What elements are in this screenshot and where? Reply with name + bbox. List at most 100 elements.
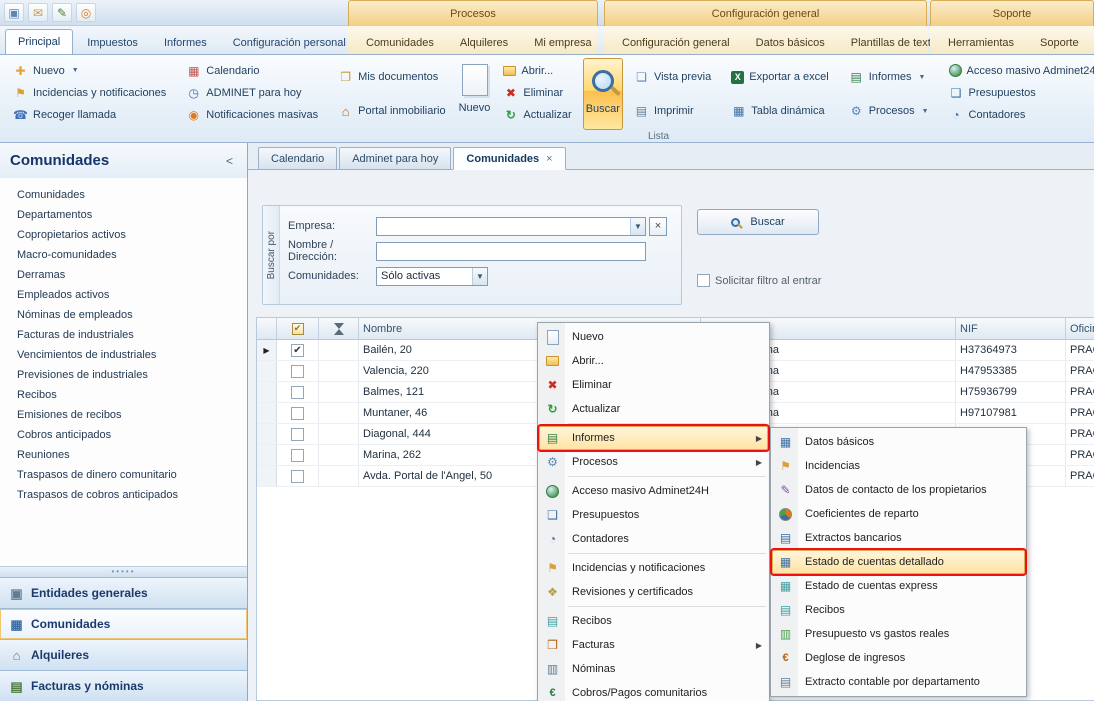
ribbon-button-abrir[interactable]: Abrir... — [499, 60, 575, 81]
menu-item-datos-de-contacto-de-los-propietarios[interactable]: ✎Datos de contacto de los propietarios — [772, 478, 1025, 502]
document-tab-calendario[interactable]: Calendario — [258, 147, 337, 170]
solicitar-filtro-checkbox[interactable]: Solicitar filtro al entrar — [697, 274, 821, 287]
ctx-tab-mi-empresa[interactable]: Mi empresa — [522, 31, 603, 54]
menu-item-incidencias[interactable]: ⚑Incidencias — [772, 454, 1025, 478]
row-checkbox[interactable] — [291, 344, 304, 357]
sidebar-item-emisiones-de-recibos[interactable]: Emisiones de recibos — [17, 405, 247, 425]
menu-item-recibos[interactable]: ▤Recibos — [539, 609, 768, 633]
sidebar-item-traspasos-de-dinero-comunitario[interactable]: Traspasos de dinero comunitario — [17, 465, 247, 485]
menu-item-estado-de-cuentas-detallado[interactable]: ▦Estado de cuentas detallado — [772, 550, 1025, 574]
menu-item-abrir[interactable]: Abrir... — [539, 349, 768, 373]
sidebar-splitter[interactable]: ••••• — [0, 566, 247, 577]
row-checkbox[interactable] — [291, 470, 304, 483]
menu-item-estado-de-cuentas-express[interactable]: ▦Estado de cuentas express — [772, 574, 1025, 598]
ctx-tab-configuracion-general[interactable]: Configuración general — [610, 31, 742, 54]
row-checkbox[interactable] — [291, 449, 304, 462]
sidebar-item-empleados-activos[interactable]: Empleados activos — [17, 285, 247, 305]
collapse-sidebar-button[interactable]: < — [222, 154, 237, 168]
ribbon-button-buscar[interactable]: Buscar — [583, 58, 623, 130]
ribbon-button-tabla-dinamica[interactable]: ▦Tabla dinámica — [727, 101, 832, 122]
nombre-direccion-input[interactable] — [376, 242, 646, 261]
column-header-nif[interactable]: NIF — [956, 318, 1066, 339]
document-tab-comunidades[interactable]: Comunidades× — [453, 147, 565, 170]
ribbon-button-vista-previa[interactable]: ❏Vista previa — [630, 67, 715, 88]
menu-item-procesos[interactable]: ⚙Procesos▶ — [539, 450, 768, 474]
menu-item-extractos-bancarios[interactable]: ▤Extractos bancarios — [772, 526, 1025, 550]
quick-access-button[interactable]: ▣ — [4, 3, 24, 22]
menu-item-informes[interactable]: ▤Informes▶ — [539, 426, 768, 450]
ribbon-button-procesos[interactable]: ⚙Procesos▼ — [845, 101, 933, 122]
sidebar-item-departamentos[interactable]: Departamentos — [17, 205, 247, 225]
ribbon-button-notificaciones-masivas[interactable]: ◉Notificaciones masivas — [182, 104, 322, 125]
ctx-tab-herramientas[interactable]: Herramientas — [936, 31, 1026, 54]
document-tab-adminet-para-hoy[interactable]: Adminet para hoy — [339, 147, 451, 170]
row-checkbox[interactable] — [291, 365, 304, 378]
nav-section-entidades-generales[interactable]: ▣Entidades generales — [0, 577, 247, 608]
ribbon-button-mis-documentos[interactable]: ❐Mis documentos — [334, 67, 449, 88]
tab-informes[interactable]: Informes — [152, 31, 219, 54]
menu-item-presupuestos[interactable]: ❑Presupuestos — [539, 503, 768, 527]
menu-item-contadores[interactable]: ◔Contadores — [539, 527, 768, 551]
column-header-oficina[interactable]: Oficina — [1066, 318, 1094, 339]
ribbon-button-exportar-a-excel[interactable]: XExportar a excel — [727, 67, 832, 88]
menu-item-nuevo[interactable]: Nuevo — [539, 325, 768, 349]
ribbon-button-incidencias-y-notificaciones[interactable]: ⚑Incidencias y notificaciones — [9, 82, 170, 103]
row-checkbox[interactable] — [291, 428, 304, 441]
chevron-down-icon[interactable]: ▼ — [630, 218, 645, 235]
nav-section-alquileres[interactable]: ⌂Alquileres — [0, 639, 247, 670]
buscar-button[interactable]: Buscar — [697, 209, 819, 235]
sidebar-item-derramas[interactable]: Derramas — [17, 265, 247, 285]
close-tab-icon[interactable]: × — [546, 153, 552, 165]
menu-item-cobros-pagos-comunitarios[interactable]: €Cobros/Pagos comunitarios — [539, 681, 768, 701]
checkbox-icon[interactable] — [697, 274, 710, 287]
ribbon-button-portal-inmobiliario[interactable]: ⌂Portal inmobiliario — [334, 101, 449, 122]
icon-column-header[interactable] — [319, 318, 359, 339]
ctx-tab-datos-basicos[interactable]: Datos básicos — [744, 31, 837, 54]
chevron-down-icon[interactable]: ▼ — [472, 268, 487, 285]
ribbon-button-nuevo[interactable]: Nuevo — [457, 58, 493, 130]
row-checkbox[interactable] — [291, 407, 304, 420]
menu-item-extracto-contable-por-departamento[interactable]: ▤Extracto contable por departamento — [772, 670, 1025, 694]
ribbon-button-informes[interactable]: ▤Informes▼ — [845, 67, 933, 88]
ribbon-button-contadores[interactable]: ◔Contadores — [945, 104, 1094, 125]
ribbon-button-acceso-masivo-adminet24h[interactable]: Acceso masivo Adminet24H — [945, 60, 1094, 81]
quick-access-button[interactable]: ✉ — [28, 3, 48, 22]
menu-item-nominas[interactable]: ▥Nóminas — [539, 657, 768, 681]
sidebar-item-traspasos-de-cobros-anticipados[interactable]: Traspasos de cobros anticipados — [17, 485, 247, 505]
sidebar-item-facturas-de-industriales[interactable]: Facturas de industriales — [17, 325, 247, 345]
ribbon-button-presupuestos[interactable]: ❑Presupuestos — [945, 82, 1094, 103]
empresa-combo[interactable]: ▼ — [376, 217, 646, 236]
menu-item-presupuesto-vs-gastos-reales[interactable]: ▥Presupuesto vs gastos reales — [772, 622, 1025, 646]
tab-impuestos[interactable]: Impuestos — [75, 31, 150, 54]
ribbon-button-imprimir[interactable]: ▤Imprimir — [630, 101, 715, 122]
tab-principal[interactable]: Principal — [5, 29, 73, 54]
menu-item-acceso-masivo-adminet24h[interactable]: Acceso masivo Adminet24H — [539, 479, 768, 503]
sidebar-item-copropietarios-activos[interactable]: Copropietarios activos — [17, 225, 247, 245]
menu-item-eliminar[interactable]: ✖Eliminar — [539, 373, 768, 397]
ribbon-button-adminet-para-hoy[interactable]: ◷ADMINET para hoy — [182, 82, 322, 103]
sidebar-item-reuniones[interactable]: Reuniones — [17, 445, 247, 465]
menu-item-incidencias-y-notificaciones[interactable]: ⚑Incidencias y notificaciones — [539, 556, 768, 580]
sidebar-item-previsiones-de-industriales[interactable]: Previsiones de industriales — [17, 365, 247, 385]
quick-access-button[interactable]: ✎ — [52, 3, 72, 22]
ribbon-button-actualizar[interactable]: ↻Actualizar — [499, 104, 575, 125]
sidebar-item-comunidades[interactable]: Comunidades — [17, 185, 247, 205]
ribbon-button-calendario[interactable]: ▦Calendario — [182, 60, 322, 81]
sidebar-item-recibos[interactable]: Recibos — [17, 385, 247, 405]
sidebar-item-nominas-de-empleados[interactable]: Nóminas de empleados — [17, 305, 247, 325]
row-checkbox[interactable] — [291, 386, 304, 399]
menu-item-actualizar[interactable]: ↻Actualizar — [539, 397, 768, 421]
sidebar-item-vencimientos-de-industriales[interactable]: Vencimientos de industriales — [17, 345, 247, 365]
ctx-tab-soporte[interactable]: Soporte — [1028, 31, 1091, 54]
select-all-column-header[interactable] — [277, 318, 319, 339]
ribbon-button-eliminar[interactable]: ✖Eliminar — [499, 82, 575, 103]
sidebar-item-cobros-anticipados[interactable]: Cobros anticipados — [17, 425, 247, 445]
nav-section-comunidades[interactable]: ▦Comunidades — [0, 608, 247, 639]
sidebar-item-macro-comunidades[interactable]: Macro-comunidades — [17, 245, 247, 265]
menu-item-coeficientes-de-reparto[interactable]: Coeficientes de reparto — [772, 502, 1025, 526]
quick-access-button[interactable]: ◎ — [76, 3, 96, 22]
ribbon-button-nuevo[interactable]: ✚Nuevo▼ — [9, 60, 170, 81]
menu-item-revisiones-y-certificados[interactable]: ❖Revisiones y certificados — [539, 580, 768, 604]
tab-configuracion-personal[interactable]: Configuración personal — [221, 31, 358, 54]
comunidades-combo[interactable]: Sólo activas ▼ — [376, 267, 488, 286]
